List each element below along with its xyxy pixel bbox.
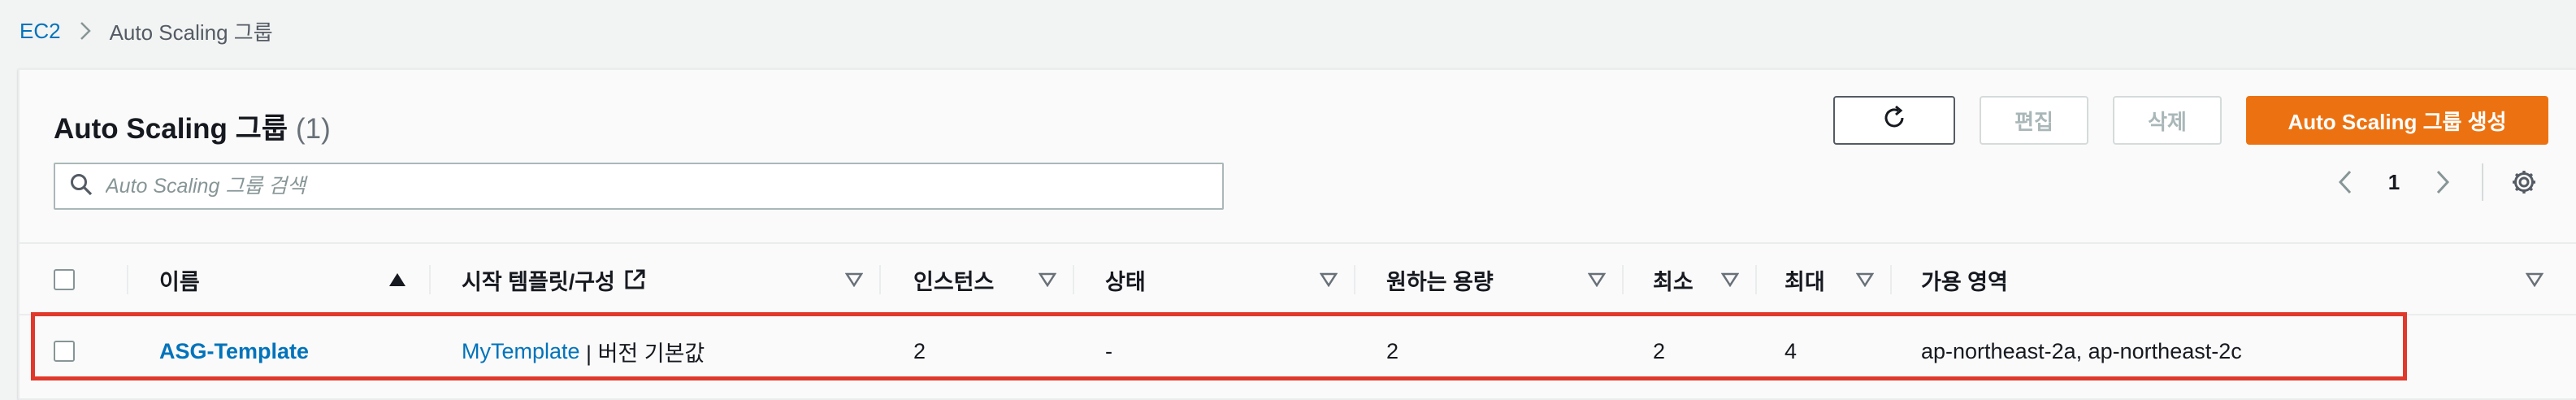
column-min[interactable]: 최소 (1624, 244, 1757, 315)
refresh-button[interactable] (1833, 96, 1955, 145)
table-header: 이름 시작 템플릿/구성 인스턴스 상태 원하는 용량 최소 최대 가용 영역 (20, 242, 2576, 315)
column-max[interactable]: 최대 (1757, 244, 1892, 315)
settings-button[interactable] (2500, 158, 2548, 207)
column-name[interactable]: 이름 (128, 244, 431, 315)
sort-icon[interactable] (1721, 244, 1739, 315)
column-az[interactable]: 가용 영역 (1892, 244, 2561, 315)
column-az-label: 가용 영역 (1921, 269, 2008, 294)
item-count: (1) (296, 113, 331, 145)
cell-min: 2 (1653, 338, 1666, 363)
row-checkbox[interactable] (54, 341, 75, 362)
cell-template: MyTemplate | 버전 기본값 (431, 315, 881, 387)
cell-instances: 2 (913, 338, 926, 363)
pagination: 1 (2321, 158, 2548, 207)
row-select-cell (36, 315, 128, 387)
external-link-icon (623, 268, 646, 291)
create-asg-button[interactable]: Auto Scaling 그룹 생성 (2246, 96, 2548, 145)
breadcrumb-ec2-link[interactable]: EC2 (20, 19, 61, 44)
sort-icon[interactable] (1588, 244, 1606, 315)
sort-ascending-icon[interactable] (388, 244, 406, 315)
column-status[interactable]: 상태 (1074, 244, 1355, 315)
column-template-label: 시작 템플릿/구성 (462, 269, 615, 294)
panel-title: Auto Scaling 그룹 (54, 113, 288, 145)
search-input[interactable] (106, 174, 1222, 198)
column-min-label: 최소 (1653, 269, 1693, 294)
gear-icon (2513, 171, 2535, 193)
select-all-checkbox[interactable] (54, 269, 75, 290)
next-page-button[interactable] (2418, 158, 2467, 207)
template-version: | 버전 기본값 (579, 341, 705, 366)
breadcrumb-current: Auto Scaling 그룹 (109, 20, 273, 45)
asg-name-link[interactable]: ASG-Template (159, 339, 309, 364)
asg-table-panel: Auto Scaling 그룹 (1) 편집 삭제 Auto Scaling 그… (18, 68, 2576, 400)
search-box (54, 163, 1224, 210)
sort-icon[interactable] (1856, 244, 1874, 315)
column-instances-label: 인스턴스 (913, 269, 995, 294)
sort-icon[interactable] (2526, 244, 2543, 315)
cell-status: - (1105, 338, 1112, 363)
column-template[interactable]: 시작 템플릿/구성 (431, 244, 881, 315)
column-name-label: 이름 (159, 269, 200, 294)
chevron-right-icon (79, 20, 92, 41)
cell-max: 4 (1785, 338, 1798, 363)
breadcrumb: EC2 Auto Scaling 그룹 (20, 16, 273, 46)
delete-button[interactable]: 삭제 (2113, 96, 2222, 145)
column-status-label: 상태 (1105, 269, 1146, 294)
action-bar: 편집 삭제 Auto Scaling 그룹 생성 (1833, 96, 2548, 145)
cell-name: ASG-Template (128, 315, 431, 387)
sort-icon[interactable] (1039, 244, 1056, 315)
column-max-label: 최대 (1785, 269, 1825, 294)
chevron-right-icon (2436, 170, 2450, 194)
column-desired-label: 원하는 용량 (1386, 269, 1494, 294)
column-instances[interactable]: 인스턴스 (881, 244, 1074, 315)
page-title: Auto Scaling 그룹 (1) (54, 106, 331, 147)
edit-button[interactable]: 편집 (1980, 96, 2088, 145)
cell-desired: 2 (1386, 338, 1399, 363)
sort-icon[interactable] (1320, 244, 1338, 315)
divider (2482, 163, 2483, 201)
table-row[interactable]: ASG-Template MyTemplate | 버전 기본값 2 - 2 2… (20, 315, 2576, 387)
current-page[interactable]: 1 (2370, 170, 2418, 195)
column-desired[interactable]: 원하는 용량 (1355, 244, 1624, 315)
template-link[interactable]: MyTemplate (462, 339, 580, 364)
prev-page-button[interactable] (2321, 158, 2370, 207)
chevron-left-icon (2338, 170, 2352, 194)
cell-az: ap-northeast-2a, ap-northeast-2c (1921, 338, 2242, 363)
select-all-cell (36, 244, 128, 315)
refresh-icon (1880, 104, 1908, 137)
search-icon (70, 173, 93, 200)
sort-icon[interactable] (845, 244, 863, 315)
